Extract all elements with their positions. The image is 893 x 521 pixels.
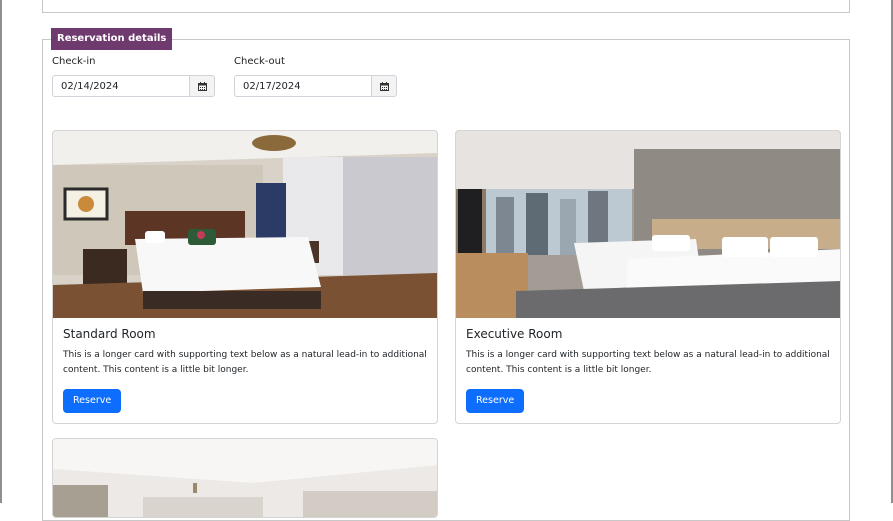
reserve-button[interactable]: Reserve [63,389,122,413]
room-card-executive: Executive Room This is a longer card wit… [455,130,841,424]
room-title: Standard Room [63,327,156,341]
checkin-group [52,75,215,97]
reserve-button[interactable]: Reserve [466,389,525,413]
room-card-standard: Standard Room This is a longer card with… [52,130,438,424]
checkin-input[interactable] [52,75,190,97]
previous-panel [42,0,850,13]
room-title: Executive Room [466,327,563,341]
checkin-label: Check-in [52,56,96,67]
standard-room-body: Standard Room This is a longer card with… [53,318,437,423]
page-border-left [0,0,2,503]
checkout-group [234,75,397,97]
room-description: This is a longer card with supporting te… [63,350,427,375]
reservation-legend: Reservation details [51,28,173,50]
checkout-label: Check-out [234,56,285,67]
checkout-input[interactable] [234,75,372,97]
room-card-third [52,438,438,518]
calendar-icon [379,81,389,91]
checkout-calendar-button[interactable] [372,75,397,97]
third-room-image [53,439,437,517]
executive-room-image [456,131,840,318]
executive-room-body: Executive Room This is a longer card wit… [456,318,840,423]
checkin-calendar-button[interactable] [190,75,215,97]
calendar-icon [197,81,207,91]
room-description: This is a longer card with supporting te… [466,350,830,375]
standard-room-image [53,131,437,318]
